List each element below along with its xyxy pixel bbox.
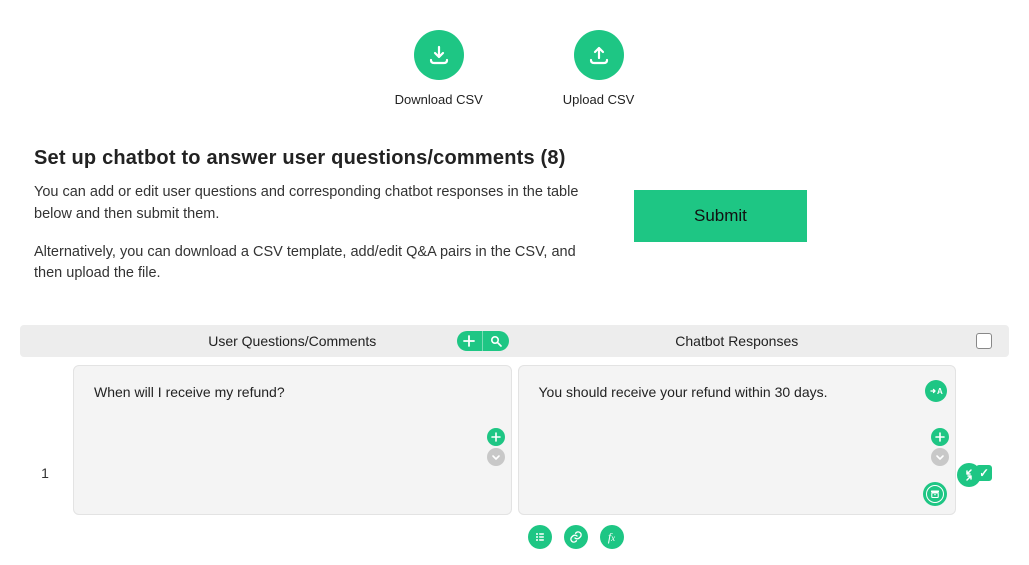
ai-suggest-button[interactable]: A xyxy=(925,380,947,402)
response-under-actions: fx xyxy=(518,515,957,549)
question-side-actions xyxy=(487,428,505,466)
section-body: You can add or edit user questions and c… xyxy=(0,182,1029,301)
svg-text:A: A xyxy=(937,387,943,396)
expand-question-button[interactable] xyxy=(487,448,505,466)
response-side-actions xyxy=(931,428,949,466)
add-variant-button[interactable] xyxy=(487,428,505,446)
submit-button[interactable]: Submit xyxy=(634,190,807,242)
response-card[interactable]: You should receive your refund within 30… xyxy=(518,365,957,515)
table-header: User Questions/Comments Chatbot Response… xyxy=(20,325,1009,357)
header-select-all xyxy=(959,333,1009,349)
question-cell: When will I receive my refund? xyxy=(70,365,515,515)
expand-response-button[interactable] xyxy=(931,448,949,466)
add-question-button[interactable] xyxy=(457,331,483,351)
upload-icon xyxy=(574,30,624,80)
download-icon xyxy=(414,30,464,80)
select-all-checkbox[interactable] xyxy=(976,333,992,349)
section-description: You can add or edit user questions and c… xyxy=(34,182,594,301)
row-index: 1 xyxy=(20,365,70,481)
header-question-actions xyxy=(457,331,509,351)
function-action-button[interactable]: fx xyxy=(600,525,624,549)
table-row: 1 When will I receive my refund? You sho… xyxy=(20,365,1009,549)
header-responses-label: Chatbot Responses xyxy=(675,333,798,349)
description-paragraph-2: Alternatively, you can download a CSV te… xyxy=(34,242,594,286)
question-card[interactable]: When will I receive my refund? xyxy=(73,365,512,515)
header-questions-label: User Questions/Comments xyxy=(208,333,376,349)
response-text: You should receive your refund within 30… xyxy=(539,384,828,400)
header-questions: User Questions/Comments xyxy=(70,333,515,349)
description-paragraph-1: You can add or edit user questions and c… xyxy=(34,182,594,226)
upload-csv-label: Upload CSV xyxy=(563,92,635,107)
add-response-variant-button[interactable] xyxy=(931,428,949,446)
archive-response-button[interactable] xyxy=(923,482,947,506)
question-text: When will I receive my refund? xyxy=(94,384,285,400)
download-csv-label: Download CSV xyxy=(395,92,483,107)
csv-actions-bar: Download CSV Upload CSV xyxy=(0,0,1029,127)
collapse-row-button[interactable] xyxy=(957,463,981,487)
search-questions-button[interactable] xyxy=(483,331,509,351)
list-action-button[interactable] xyxy=(528,525,552,549)
response-cell: You should receive your refund within 30… xyxy=(515,365,960,549)
qa-table: User Questions/Comments Chatbot Response… xyxy=(20,325,1009,549)
upload-csv-button[interactable]: Upload CSV xyxy=(563,30,635,107)
section-title: Set up chatbot to answer user questions/… xyxy=(0,127,1029,182)
link-action-button[interactable] xyxy=(564,525,588,549)
header-responses: Chatbot Responses xyxy=(515,333,960,349)
download-csv-button[interactable]: Download CSV xyxy=(395,30,483,107)
